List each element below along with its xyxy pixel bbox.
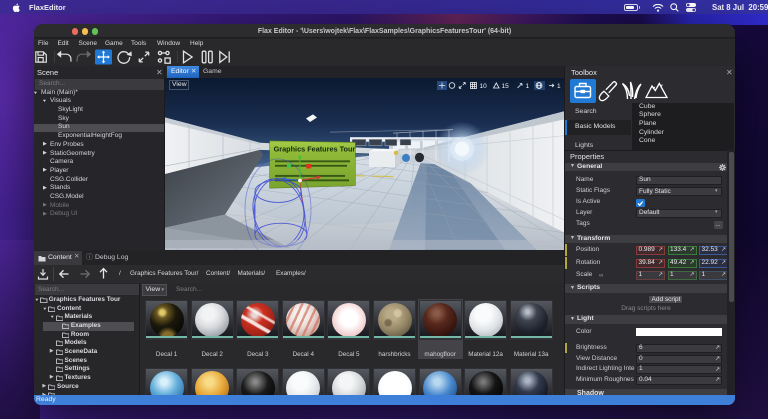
svg-text:15: 15 [502, 83, 510, 90]
svg-text:10: 10 [480, 83, 488, 90]
svg-text:1: 1 [526, 83, 530, 90]
svg-text:Graphics Features Tour: Graphics Features Tour [274, 144, 356, 153]
svg-text:1: 1 [557, 83, 561, 90]
